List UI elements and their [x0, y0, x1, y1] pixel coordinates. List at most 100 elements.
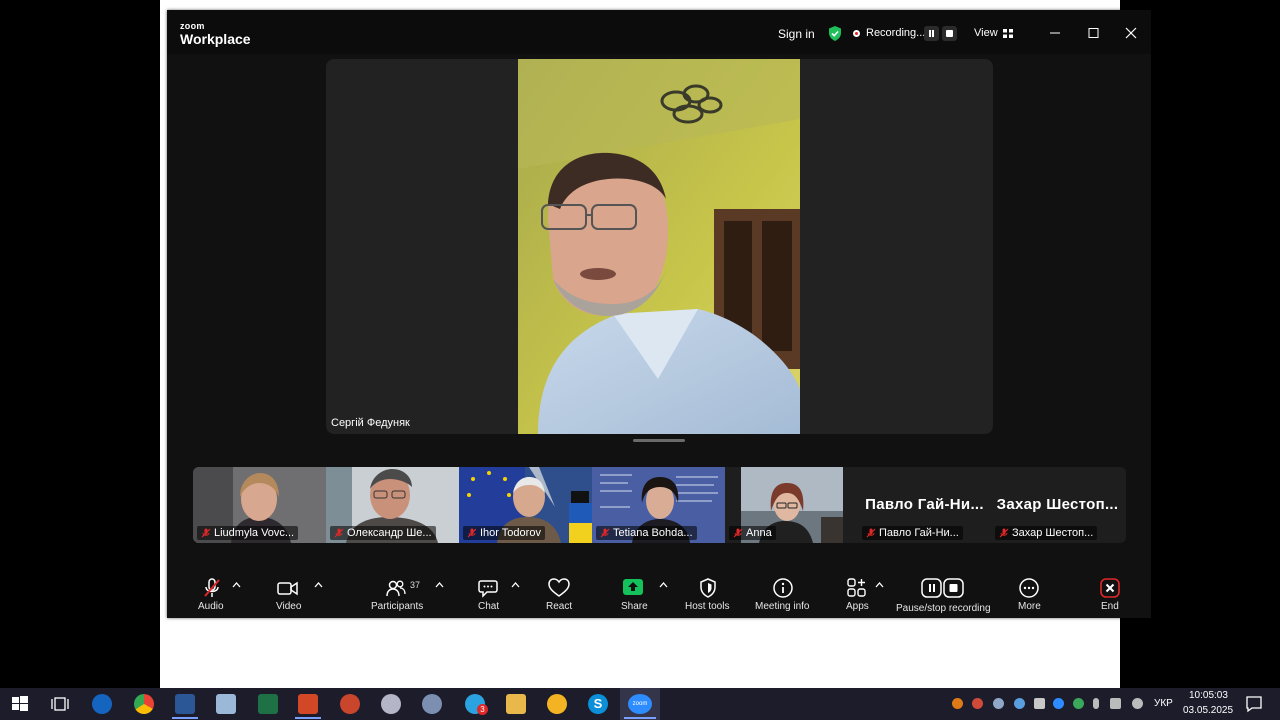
chevron-up-icon[interactable] — [435, 581, 444, 588]
skype-icon[interactable]: S — [588, 694, 608, 714]
participant-tile[interactable]: Олександр Ше... — [326, 467, 459, 543]
host-tools-button[interactable]: Host tools — [684, 568, 732, 618]
participant-tile[interactable]: Ihor Todorov — [459, 467, 592, 543]
zoom-logo: zoom Workplace — [180, 21, 251, 47]
participant-name-label: Anna — [729, 526, 776, 540]
file-explorer-icon[interactable] — [506, 694, 526, 714]
clock-date[interactable]: 03.05.2025 — [1183, 705, 1233, 716]
input-language[interactable]: УКР — [1154, 698, 1173, 709]
chevron-up-icon[interactable] — [511, 581, 520, 588]
participant-name: Ihor Todorov — [480, 527, 541, 539]
participant-name: Liudmyla Vovc... — [214, 527, 295, 539]
participants-button[interactable]: Participants — [371, 568, 423, 618]
more-button[interactable]: More — [1015, 568, 1043, 618]
chevron-up-icon[interactable] — [314, 581, 323, 588]
participant-name-placeholder: Захар Шестоп... — [996, 496, 1119, 513]
stop-recording-button[interactable] — [942, 26, 957, 41]
tray-app-icon[interactable] — [1014, 698, 1025, 709]
volume-icon[interactable] — [1110, 698, 1121, 709]
zoom-icon[interactable]: zoom — [628, 694, 652, 714]
audio-button[interactable]: Audio — [195, 568, 229, 618]
apps-label: Apps — [846, 601, 869, 612]
participant-name-label: Олександр Ше... — [330, 526, 436, 540]
participant-tile[interactable]: Захар Шестоп... Захар Шестоп... — [991, 467, 1124, 543]
participant-name: Tetiana Bohda... — [613, 527, 693, 539]
minimize-window-button[interactable] — [1045, 24, 1065, 42]
info-icon — [773, 578, 793, 598]
muted-mic-icon — [866, 528, 876, 538]
encryption-shield-icon[interactable] — [828, 26, 842, 41]
chevron-up-icon[interactable] — [232, 581, 241, 588]
app-icon[interactable] — [422, 694, 442, 714]
view-menu-button[interactable]: View — [974, 27, 998, 39]
maximize-window-button[interactable] — [1083, 24, 1103, 42]
windows-start-icon[interactable] — [10, 694, 30, 714]
notes-app-icon[interactable] — [216, 694, 236, 714]
pause-recording-button[interactable] — [924, 26, 939, 41]
chat-button[interactable]: Chat — [475, 568, 503, 618]
microphone-icon[interactable] — [1093, 698, 1099, 709]
share-screen-icon[interactable] — [623, 579, 643, 595]
tray-app-icon[interactable] — [952, 698, 963, 709]
apps-button[interactable]: Apps — [844, 568, 870, 618]
video-button[interactable]: Video — [273, 568, 303, 618]
zoom-icon-label: zoom — [632, 701, 648, 707]
participant-name-label: Захар Шестоп... — [995, 526, 1098, 540]
title-bar: zoom Workplace Sign in Recording... View — [167, 10, 1151, 54]
video-label: Video — [276, 601, 302, 612]
participant-tile[interactable]: Tetiana Bohda... — [592, 467, 725, 543]
muted-mic-icon — [467, 528, 477, 538]
network-icon[interactable] — [1132, 698, 1143, 709]
tray-app-icon[interactable] — [993, 698, 1004, 709]
participant-tile[interactable]: Павло Гай-Ни... Павло Гай-Ни... — [858, 467, 991, 543]
battery-icon[interactable] — [1034, 698, 1045, 709]
sign-in-link[interactable]: Sign in — [778, 27, 815, 41]
participant-name: Anna — [746, 527, 772, 539]
browser-icon[interactable] — [547, 694, 567, 714]
chat-bubble-icon — [478, 580, 498, 598]
paint-icon[interactable] — [381, 694, 401, 714]
grid-view-icon[interactable] — [1003, 29, 1013, 38]
chevron-up-icon[interactable] — [875, 581, 884, 588]
meeting-toolbar: Audio Video Participants 37 Chat React S… — [167, 568, 1151, 618]
resize-handle[interactable] — [633, 439, 685, 442]
zoom-tray-icon[interactable] — [1053, 698, 1064, 709]
logo-small-text: zoom — [180, 21, 205, 31]
powerpoint-icon[interactable] — [298, 694, 318, 714]
notifications-icon[interactable] — [1244, 694, 1264, 714]
meeting-info-button[interactable]: Meeting info — [755, 568, 811, 618]
telegram-icon[interactable]: 3 — [465, 694, 488, 715]
shield-icon — [700, 578, 716, 598]
pause-stop-recording-icon — [921, 578, 964, 598]
audio-label: Audio — [198, 601, 224, 612]
word-icon[interactable] — [175, 694, 195, 714]
tray-app-icon[interactable] — [1073, 698, 1084, 709]
pause-stop-recording-button[interactable]: Pause/stop recording — [896, 568, 991, 618]
clock-time[interactable]: 10:05:03 — [1189, 690, 1228, 701]
app-icon[interactable] — [340, 694, 360, 714]
task-view-icon[interactable] — [50, 694, 70, 714]
react-button[interactable]: React — [544, 568, 574, 618]
chevron-up-icon[interactable] — [659, 581, 668, 588]
pause-stop-recording-label: Pause/stop recording — [896, 603, 991, 614]
tray-app-icon[interactable] — [972, 698, 983, 709]
edge-browser-icon[interactable] — [92, 694, 112, 714]
excel-icon[interactable] — [258, 694, 278, 714]
close-window-button[interactable] — [1121, 24, 1141, 42]
muted-mic-icon — [733, 528, 743, 538]
powerpoint-active-indicator — [295, 717, 321, 719]
heart-icon — [548, 578, 570, 597]
participant-name: Олександр Ше... — [347, 527, 432, 539]
speaker-video — [518, 59, 800, 434]
muted-mic-icon — [334, 528, 344, 538]
participant-tile[interactable]: Liudmyla Vovc... — [193, 467, 326, 543]
muted-mic-icon — [999, 528, 1009, 538]
more-label: More — [1018, 601, 1041, 612]
word-active-indicator — [172, 717, 198, 719]
participant-tile[interactable]: Anna — [725, 467, 858, 543]
active-speaker-stage[interactable]: Сергій Федуняк — [326, 59, 993, 434]
chat-label: Chat — [478, 601, 500, 612]
end-meeting-button[interactable]: End — [1097, 568, 1123, 618]
host-tools-label: Host tools — [685, 601, 730, 612]
chrome-icon[interactable] — [134, 694, 154, 714]
